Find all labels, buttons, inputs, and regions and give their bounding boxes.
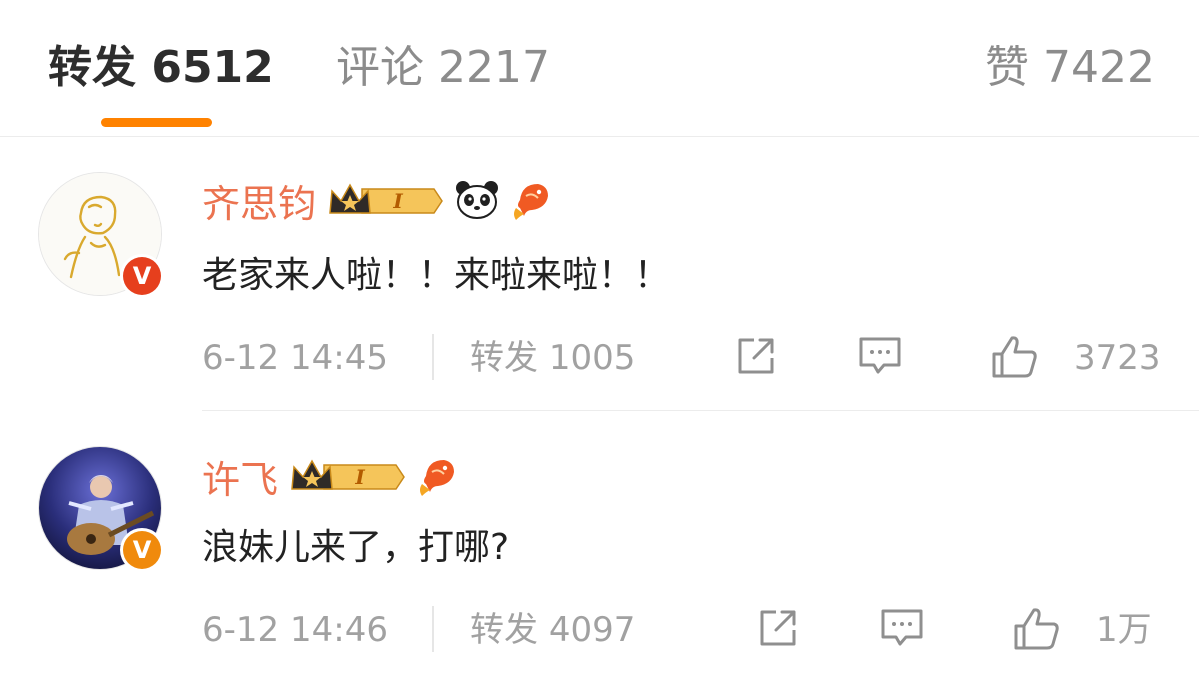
verified-badge-label: V: [123, 531, 161, 569]
koi-fish-icon: [514, 184, 549, 220]
comment-header: 许飞 I: [202, 448, 468, 504]
repost-count[interactable]: 转发 1005: [470, 336, 635, 380]
tab-like[interactable]: 赞 7422: [985, 38, 1155, 98]
share-icon[interactable]: [754, 604, 802, 652]
tabs-divider: [0, 136, 1199, 137]
avatar[interactable]: V: [38, 172, 164, 298]
like-count: 1万: [1096, 610, 1152, 650]
comment-meta: 6-12 14:45 转发 1005 3723: [202, 330, 1162, 386]
username[interactable]: 许飞: [202, 449, 278, 504]
tab-comment[interactable]: 评论 2217: [336, 38, 550, 98]
active-tab-indicator: [101, 118, 212, 127]
comment-time: 6-12 14:45: [202, 338, 388, 378]
comment-divider: [202, 410, 1199, 411]
level-label: I: [392, 189, 403, 213]
level-label: I: [354, 465, 365, 489]
verified-badge-label: V: [123, 257, 161, 295]
koi-fish-icon: [420, 460, 455, 496]
repost-label: 转发: [470, 610, 538, 650]
weibo-comment-page: 转发 6512 评论 2217 赞 7422 V 齐思钧 I 老家来人啦！！来啦…: [0, 0, 1199, 684]
comment-icon[interactable]: [878, 604, 926, 652]
tab-bar: 转发 6512 评论 2217 赞 7422: [0, 0, 1199, 137]
repost-number: 4097: [548, 610, 636, 650]
avatar[interactable]: V: [38, 446, 164, 572]
verified-badge: V: [120, 528, 164, 572]
like-icon[interactable]: [1012, 604, 1062, 654]
like-icon[interactable]: [990, 332, 1040, 382]
meta-separator: [432, 334, 434, 380]
comment-meta: 6-12 14:46 转发 4097 1万: [202, 602, 1162, 658]
panda-icon: [456, 181, 499, 219]
repost-label: 转发: [470, 338, 538, 378]
repost-number: 1005: [548, 338, 636, 378]
comment-header: 齐思钧 I: [202, 172, 562, 228]
tab-like-count: 7422: [1043, 42, 1155, 93]
comment-text: 浪妹儿来了，打哪?: [202, 527, 510, 568]
meta-separator: [432, 606, 434, 652]
verified-badge: V: [120, 254, 164, 298]
tab-repost-count: 6512: [151, 42, 274, 93]
tab-comment-count: 2217: [438, 42, 550, 93]
comment-time: 6-12 14:46: [202, 610, 388, 650]
tab-like-label: 赞: [985, 42, 1030, 93]
crown-level-icon[interactable]: I: [328, 179, 444, 221]
comment-text: 老家来人啦！！来啦来啦！！: [202, 255, 671, 296]
comment-icon[interactable]: [856, 332, 904, 380]
username[interactable]: 齐思钧: [202, 173, 316, 228]
tab-repost[interactable]: 转发 6512: [48, 38, 274, 98]
repost-count[interactable]: 转发 4097: [470, 608, 635, 652]
like-count: 3723: [1074, 338, 1161, 378]
tab-repost-label: 转发: [48, 42, 136, 93]
tab-comment-label: 评论: [336, 42, 424, 93]
share-icon[interactable]: [732, 332, 780, 380]
crown-level-icon[interactable]: I: [290, 455, 406, 497]
